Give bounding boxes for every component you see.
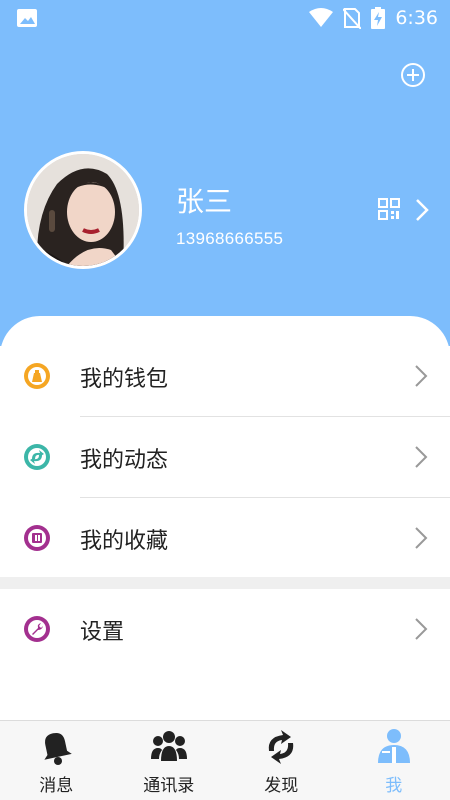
chevron-right-icon[interactable] xyxy=(414,198,430,222)
battery-charging-icon xyxy=(371,7,386,29)
tab-discover[interactable]: 发现 xyxy=(225,721,338,800)
chevron-right-icon xyxy=(415,446,428,468)
profile-phone: 13968666555 xyxy=(176,229,284,248)
chevron-right-icon xyxy=(415,527,428,549)
tab-label: 通讯录 xyxy=(143,776,195,796)
chevron-right-icon xyxy=(415,365,428,387)
wallet-icon xyxy=(24,363,50,389)
menu-item-settings[interactable]: 设置 xyxy=(0,589,450,669)
favorites-icon xyxy=(24,525,50,551)
gallery-icon xyxy=(17,9,37,27)
status-indicators: 6:36 xyxy=(309,6,438,30)
section-gap xyxy=(0,577,450,589)
settings-icon xyxy=(24,616,50,642)
qr-code-icon[interactable] xyxy=(378,198,400,220)
wifi-icon xyxy=(309,8,334,27)
me-icon xyxy=(377,729,410,763)
bell-icon xyxy=(44,732,73,765)
menu-item-moments[interactable]: 我的动态 xyxy=(0,417,450,497)
status-bar: 6:36 xyxy=(0,0,450,36)
tab-label: 发现 xyxy=(264,776,299,796)
avatar[interactable] xyxy=(24,151,142,269)
discover-icon xyxy=(269,730,294,764)
bottom-tab-bar: 消息 通讯录 发现 我 xyxy=(0,720,450,800)
menu-item-favorites[interactable]: 我的收藏 xyxy=(0,498,450,578)
chevron-right-icon xyxy=(415,618,428,640)
tab-contacts[interactable]: 通讯录 xyxy=(113,721,226,800)
add-circle-icon[interactable] xyxy=(400,62,426,88)
no-sim-icon xyxy=(343,8,362,29)
tab-label: 消息 xyxy=(39,776,74,796)
menu-item-label: 我的钱包 xyxy=(80,367,169,392)
menu-item-wallet[interactable]: 我的钱包 xyxy=(0,336,450,416)
avatar-portrait xyxy=(27,154,139,266)
contacts-icon xyxy=(150,731,187,761)
menu-item-label: 设置 xyxy=(80,620,125,645)
menu-item-label: 我的收藏 xyxy=(80,529,169,554)
tab-label: 我 xyxy=(385,776,403,796)
moments-icon xyxy=(24,444,50,470)
menu-item-label: 我的动态 xyxy=(80,448,169,473)
tab-messages[interactable]: 消息 xyxy=(0,721,113,800)
tab-me[interactable]: 我 xyxy=(338,721,450,800)
profile-name: 张三 xyxy=(176,185,233,218)
clock: 6:36 xyxy=(395,7,438,29)
